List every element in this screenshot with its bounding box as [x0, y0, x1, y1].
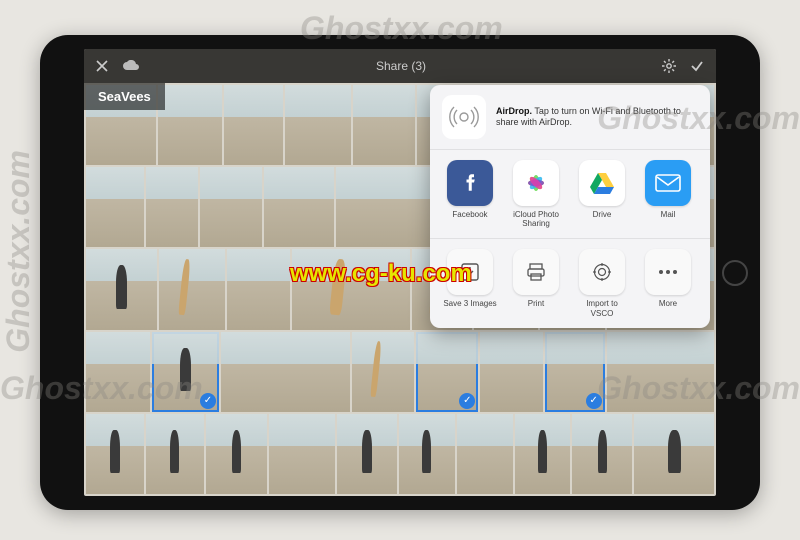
- mail-icon: [645, 160, 691, 206]
- tablet-frame: Share (3) SeaVees ✓✓✓ AirDrop. Tap: [40, 35, 760, 510]
- share-app-label: Facebook: [442, 210, 498, 219]
- photo-thumbnail[interactable]: [221, 332, 350, 412]
- photo-thumbnail[interactable]: [158, 85, 222, 165]
- photo-thumbnail[interactable]: [146, 167, 198, 247]
- selection-check-icon: ✓: [586, 393, 602, 409]
- photo-thumbnail[interactable]: [336, 167, 436, 247]
- gear-icon[interactable]: [662, 59, 676, 73]
- photo-thumbnail[interactable]: [227, 249, 289, 329]
- share-app-mail[interactable]: Mail: [640, 160, 696, 219]
- photo-thumbnail[interactable]: [607, 332, 714, 412]
- share-actions-row: Save 3 Images Print Import to VSCO: [430, 238, 710, 327]
- photo-thumbnail[interactable]: [285, 85, 351, 165]
- save-icon: [447, 249, 493, 295]
- selection-check-icon: ✓: [200, 393, 216, 409]
- share-app-facebook[interactable]: Facebook: [442, 160, 498, 219]
- photo-thumbnail[interactable]: [634, 414, 714, 494]
- photos-icon: [513, 160, 559, 206]
- share-app-label: Mail: [640, 210, 696, 219]
- action-save-images[interactable]: Save 3 Images: [442, 249, 498, 308]
- vsco-icon: [579, 249, 625, 295]
- photo-thumbnail[interactable]: [146, 414, 204, 494]
- photo-thumbnail[interactable]: [480, 332, 542, 412]
- photo-thumbnail[interactable]: [86, 332, 150, 412]
- action-more[interactable]: More: [640, 249, 696, 308]
- action-label: More: [640, 299, 696, 308]
- airdrop-text: AirDrop. Tap to turn on Wi-Fi and Blueto…: [496, 106, 698, 129]
- action-print[interactable]: Print: [508, 249, 564, 308]
- topbar-title: Share (3): [376, 59, 426, 73]
- share-app-drive[interactable]: Drive: [574, 160, 630, 219]
- confirm-check-icon[interactable]: [690, 59, 704, 73]
- photo-thumbnail[interactable]: ✓: [545, 332, 605, 412]
- photo-thumbnail[interactable]: [399, 414, 455, 494]
- close-icon[interactable]: [96, 60, 108, 72]
- topbar: Share (3): [84, 49, 716, 83]
- share-app-icloud-photo-sharing[interactable]: iCloud Photo Sharing: [508, 160, 564, 228]
- action-import-vsco[interactable]: Import to VSCO: [574, 249, 630, 317]
- watermark: Ghostxx.com: [0, 150, 37, 353]
- photo-thumbnail[interactable]: [269, 414, 335, 494]
- airdrop-section[interactable]: AirDrop. Tap to turn on Wi-Fi and Blueto…: [430, 85, 710, 149]
- photo-thumbnail[interactable]: [224, 85, 282, 165]
- photo-thumbnail[interactable]: [200, 167, 262, 247]
- photo-thumbnail[interactable]: [86, 249, 157, 329]
- action-label: Print: [508, 299, 564, 308]
- album-name: SeaVees: [84, 83, 165, 110]
- photo-thumbnail[interactable]: ✓: [416, 332, 478, 412]
- photo-thumbnail[interactable]: ✓: [152, 332, 219, 412]
- action-label: Save 3 Images: [442, 299, 498, 308]
- more-icon: [645, 249, 691, 295]
- share-app-label: iCloud Photo Sharing: [508, 210, 564, 228]
- photo-thumbnail[interactable]: [159, 249, 226, 329]
- photo-thumbnail[interactable]: [206, 414, 268, 494]
- photo-thumbnail[interactable]: [86, 414, 144, 494]
- photo-thumbnail[interactable]: [86, 167, 144, 247]
- photo-thumbnail[interactable]: [292, 249, 410, 329]
- photo-thumbnail[interactable]: [352, 332, 414, 412]
- airdrop-icon: [442, 95, 486, 139]
- screen: Share (3) SeaVees ✓✓✓ AirDrop. Tap: [84, 49, 716, 496]
- photo-thumbnail[interactable]: [264, 167, 334, 247]
- cloud-icon[interactable]: [122, 60, 140, 72]
- photo-thumbnail[interactable]: [457, 414, 513, 494]
- share-app-label: Drive: [574, 210, 630, 219]
- home-button[interactable]: [722, 260, 748, 286]
- share-apps-row: Facebook iCloud Photo Sharing Drive: [430, 149, 710, 238]
- facebook-icon: [447, 160, 493, 206]
- drive-icon: [579, 160, 625, 206]
- photo-thumbnail[interactable]: [572, 414, 632, 494]
- photo-thumbnail[interactable]: [515, 414, 571, 494]
- photo-thumbnail[interactable]: [337, 414, 397, 494]
- action-label: Import to VSCO: [574, 299, 630, 317]
- print-icon: [513, 249, 559, 295]
- photo-thumbnail[interactable]: [353, 85, 415, 165]
- share-sheet: AirDrop. Tap to turn on Wi-Fi and Blueto…: [430, 85, 710, 328]
- selection-check-icon: ✓: [459, 393, 475, 409]
